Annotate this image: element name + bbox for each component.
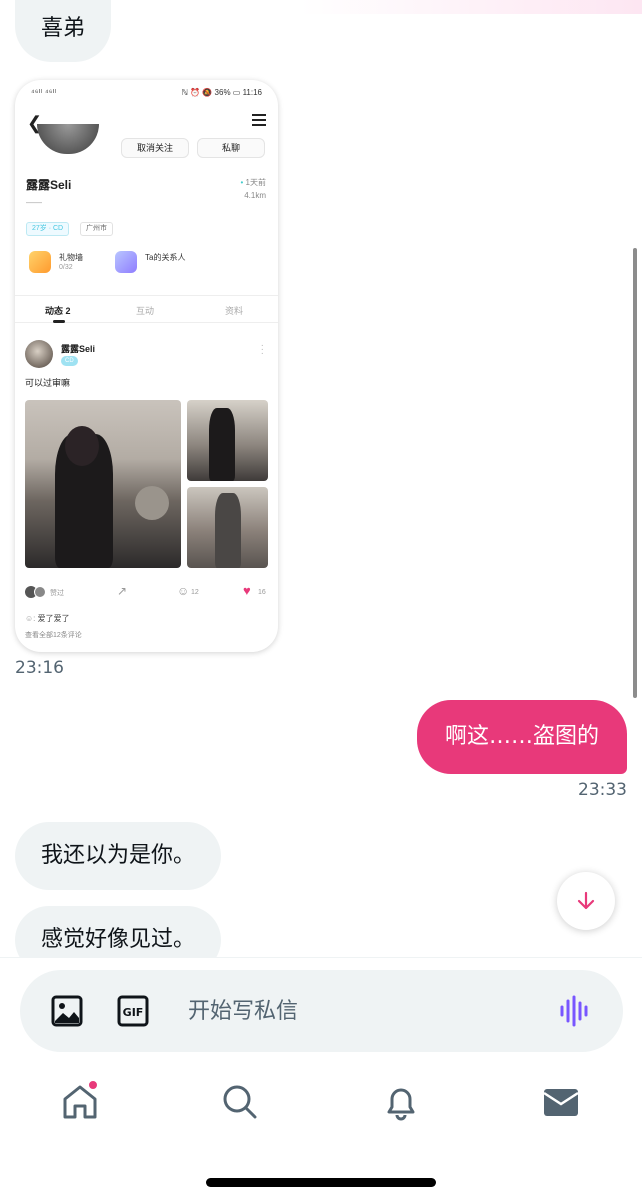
city-tag: 广州市 xyxy=(80,222,113,236)
gift-wall-card: 礼物墙 0/32 xyxy=(29,246,109,278)
profile-activity: • 1天前 4.1km xyxy=(240,178,266,200)
bottom-navigation xyxy=(0,1070,642,1140)
more-icon: · · · xyxy=(260,340,264,359)
home-indicator xyxy=(206,1178,436,1187)
like-count: 16 xyxy=(258,589,266,596)
message-text: 喜弟 xyxy=(41,16,86,41)
chat-thread[interactable]: 喜弟 ⁴⁶ᴵˡ ⁴⁶ᴵˡ ℕ ⏰ 🔕 36% ▭ 11:16 ❮ 取消关注 私聊… xyxy=(0,0,642,957)
message-composer: GIF xyxy=(20,970,623,1052)
message-text: 感觉好像见过。 xyxy=(41,927,196,952)
mail-icon xyxy=(543,1089,579,1116)
svg-text:GIF: GIF xyxy=(123,1006,144,1019)
post-photo-main xyxy=(25,400,181,568)
post-actions: 赞过 ↗ ☺ 12 ♥ 16 xyxy=(25,583,268,602)
message-text: 我还以为是你。 xyxy=(41,843,196,868)
profile-username: 露露Seli xyxy=(26,178,72,192)
nav-notifications[interactable] xyxy=(381,1082,421,1122)
status-signal: ⁴⁶ᴵˡ ⁴⁶ᴵˡ xyxy=(31,88,57,97)
tab-posts: 动态 2 xyxy=(45,306,71,316)
gift-wall-label: 礼物墙 xyxy=(59,253,83,262)
relationship-card: Ta的关系人 xyxy=(115,246,215,278)
tab-profile-info: 资料 xyxy=(225,306,244,316)
photo-subject xyxy=(209,408,235,481)
liked-by-label: 赞过 xyxy=(50,590,64,597)
photo-table xyxy=(135,486,169,520)
bell-icon xyxy=(387,1088,415,1121)
post-author-name: 露露Seli xyxy=(61,344,96,354)
message-bubble-outgoing[interactable]: 啊这……盗图的 xyxy=(416,700,627,774)
photo-subject xyxy=(215,493,241,568)
gift-icon xyxy=(29,251,51,273)
relationship-label: Ta的关系人 xyxy=(145,253,186,262)
status-bar: ⁴⁶ᴵˡ ⁴⁶ᴵˡ ℕ ⏰ 🔕 36% ▭ 11:16 xyxy=(31,88,262,100)
post-author-avatar xyxy=(25,340,53,368)
message-bubble-incoming[interactable]: 我还以为是你。 xyxy=(15,822,222,890)
message-input[interactable] xyxy=(188,994,548,1028)
search-icon xyxy=(223,1085,257,1119)
link-icon xyxy=(115,251,137,273)
arrow-down-icon xyxy=(577,891,595,910)
post-photo-3 xyxy=(187,487,268,568)
age-tag: 27岁 · CD xyxy=(26,222,70,236)
notification-dot xyxy=(88,1080,98,1090)
gif-button[interactable]: GIF xyxy=(116,994,150,1028)
comment-preview: ☺: 爱了爱了 xyxy=(25,613,70,624)
scrollbar[interactable] xyxy=(633,248,637,698)
nav-search[interactable] xyxy=(220,1082,260,1122)
photo-subject-head xyxy=(65,426,99,466)
post-author-badge: CD xyxy=(61,356,78,366)
message-bubble-incoming[interactable]: 感觉好像见过。 xyxy=(15,906,222,957)
view-all-comments: 查看全部12条评论 xyxy=(25,632,82,639)
nav-messages[interactable] xyxy=(541,1082,581,1122)
profile-tabs: 动态 2 互动 资料 xyxy=(15,295,278,323)
shared-image-screenshot[interactable]: ⁴⁶ᴵˡ ⁴⁶ᴵˡ ℕ ⏰ 🔕 36% ▭ 11:16 ❮ 取消关注 私聊 露露… xyxy=(15,80,278,652)
tab-interactions: 互动 xyxy=(136,306,155,316)
post-text: 可以过审嘛 xyxy=(25,378,71,388)
message-bubble-incoming[interactable]: 喜弟 xyxy=(15,0,112,62)
voice-message-button[interactable] xyxy=(558,994,592,1028)
gif-icon: GIF xyxy=(117,995,149,1027)
share-icon: ↗ xyxy=(117,584,128,598)
gift-wall-count: 0/32 xyxy=(59,264,73,271)
heart-icon: ♥ xyxy=(243,583,251,598)
status-info: ℕ ⏰ 🔕 36% ▭ 11:16 xyxy=(181,88,262,97)
comment-icon: ☺ xyxy=(177,584,190,598)
active-time: 1天前 xyxy=(245,178,266,187)
composer-divider xyxy=(0,957,642,958)
message-button: 私聊 xyxy=(197,138,265,158)
message-timestamp: 23:33 xyxy=(578,780,627,800)
scroll-to-bottom-button[interactable] xyxy=(557,872,615,930)
comment-text: 爱了爱了 xyxy=(37,614,70,623)
voice-waveform-icon xyxy=(560,995,588,1027)
image-icon xyxy=(51,995,83,1027)
unfollow-button: 取消关注 xyxy=(121,138,189,158)
tab-indicator xyxy=(53,320,65,323)
image-button[interactable] xyxy=(50,994,84,1028)
profile-avatar xyxy=(37,124,99,154)
profile-bio: —— xyxy=(26,198,42,207)
message-text: 啊这……盗图的 xyxy=(444,724,599,749)
message-timestamp: 23:16 xyxy=(15,658,64,678)
comment-count: 12 xyxy=(191,589,199,596)
post-photo-2 xyxy=(187,400,268,481)
commenter-icon: ☺: xyxy=(25,614,38,623)
distance: 4.1km xyxy=(244,191,266,200)
liker-avatar xyxy=(34,586,46,598)
menu-icon xyxy=(252,114,266,126)
